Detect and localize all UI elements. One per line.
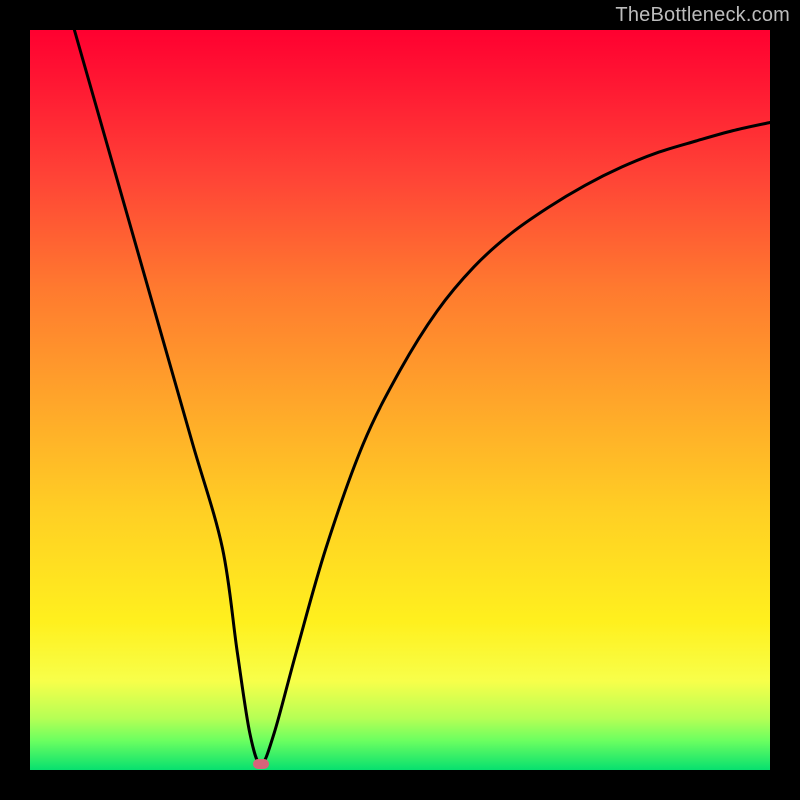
bottleneck-curve	[74, 30, 770, 764]
watermark-text: TheBottleneck.com	[615, 4, 790, 27]
chart-stage: TheBottleneck.com	[0, 0, 800, 800]
minimum-marker	[253, 759, 269, 769]
plot-area	[30, 30, 770, 770]
curve-layer	[30, 30, 770, 770]
